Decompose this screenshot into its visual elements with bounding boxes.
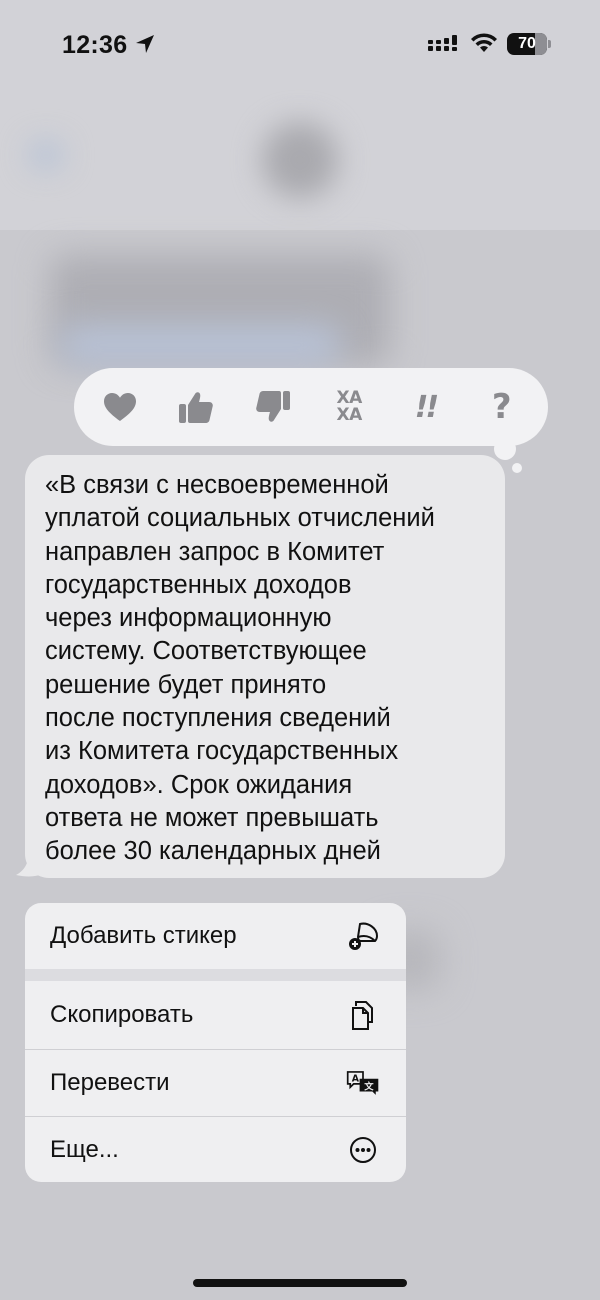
more-ellipsis-icon: [346, 1133, 380, 1167]
tapback-bubble-dot-small: [512, 463, 522, 473]
status-bar: 12:36 70: [0, 0, 600, 90]
tapback-question-button[interactable]: ?: [472, 377, 532, 437]
haha-line-2: ХА: [336, 405, 363, 425]
menu-more-label: Еще...: [50, 1135, 119, 1163]
battery-cap: [548, 40, 551, 48]
battery-icon: 70: [507, 33, 551, 55]
copy-icon: [346, 998, 380, 1032]
heart-icon: [104, 393, 137, 421]
message-bubble-tail: [16, 852, 46, 877]
thumbs-up-icon: [179, 392, 214, 423]
menu-group-separator: [25, 969, 406, 981]
tapback-haha-button[interactable]: ХА ХА: [319, 377, 379, 437]
blurred-back-button: [28, 140, 64, 170]
menu-translate[interactable]: Перевести A 文: [25, 1050, 406, 1116]
location-arrow-icon: [136, 35, 154, 53]
tapback-thumbs-up-button[interactable]: [166, 377, 226, 437]
svg-text:A: A: [352, 1073, 360, 1084]
menu-translate-label: Перевести: [50, 1069, 170, 1096]
home-indicator[interactable]: [193, 1279, 407, 1287]
cellular-signal-icon: [428, 35, 457, 51]
battery-percent: 70: [518, 35, 536, 52]
tapback-heart-button[interactable]: [90, 377, 150, 437]
tapback-bubble-dot-large: [494, 438, 516, 460]
blurred-avatar: [262, 122, 338, 198]
menu-add-sticker-label: Добавить стикер: [50, 922, 237, 949]
tapback-thumbs-down-button[interactable]: [243, 377, 303, 437]
message-bubble[interactable]: «В связи с несвоевременной уплатой социа…: [25, 455, 505, 878]
add-sticker-icon: [346, 919, 380, 953]
wifi-icon: [471, 33, 497, 52]
menu-copy-label: Скопировать: [50, 1001, 194, 1028]
menu-more[interactable]: Еще...: [25, 1117, 406, 1182]
status-time: 12:36: [62, 31, 128, 59]
context-menu: Добавить стикер Скопировать Перевести A …: [25, 903, 406, 1182]
message-text: «В связи с несвоевременной уплатой социа…: [45, 471, 435, 866]
blurred-link-block: [60, 325, 340, 365]
menu-add-sticker[interactable]: Добавить стикер: [25, 903, 406, 969]
thumbs-down-icon: [256, 391, 290, 422]
tapback-bar: ХА ХА !! ?: [74, 368, 548, 446]
double-exclamation-icon: !!: [414, 389, 439, 425]
tapback-emphasize-button[interactable]: !!: [395, 377, 455, 437]
svg-text:文: 文: [363, 1080, 374, 1092]
battery-body: 70: [507, 33, 547, 55]
question-mark-icon: ?: [491, 387, 512, 427]
translate-icon: A 文: [346, 1066, 380, 1100]
haha-icon: ХА ХА: [336, 390, 363, 425]
menu-copy[interactable]: Скопировать: [25, 981, 406, 1049]
